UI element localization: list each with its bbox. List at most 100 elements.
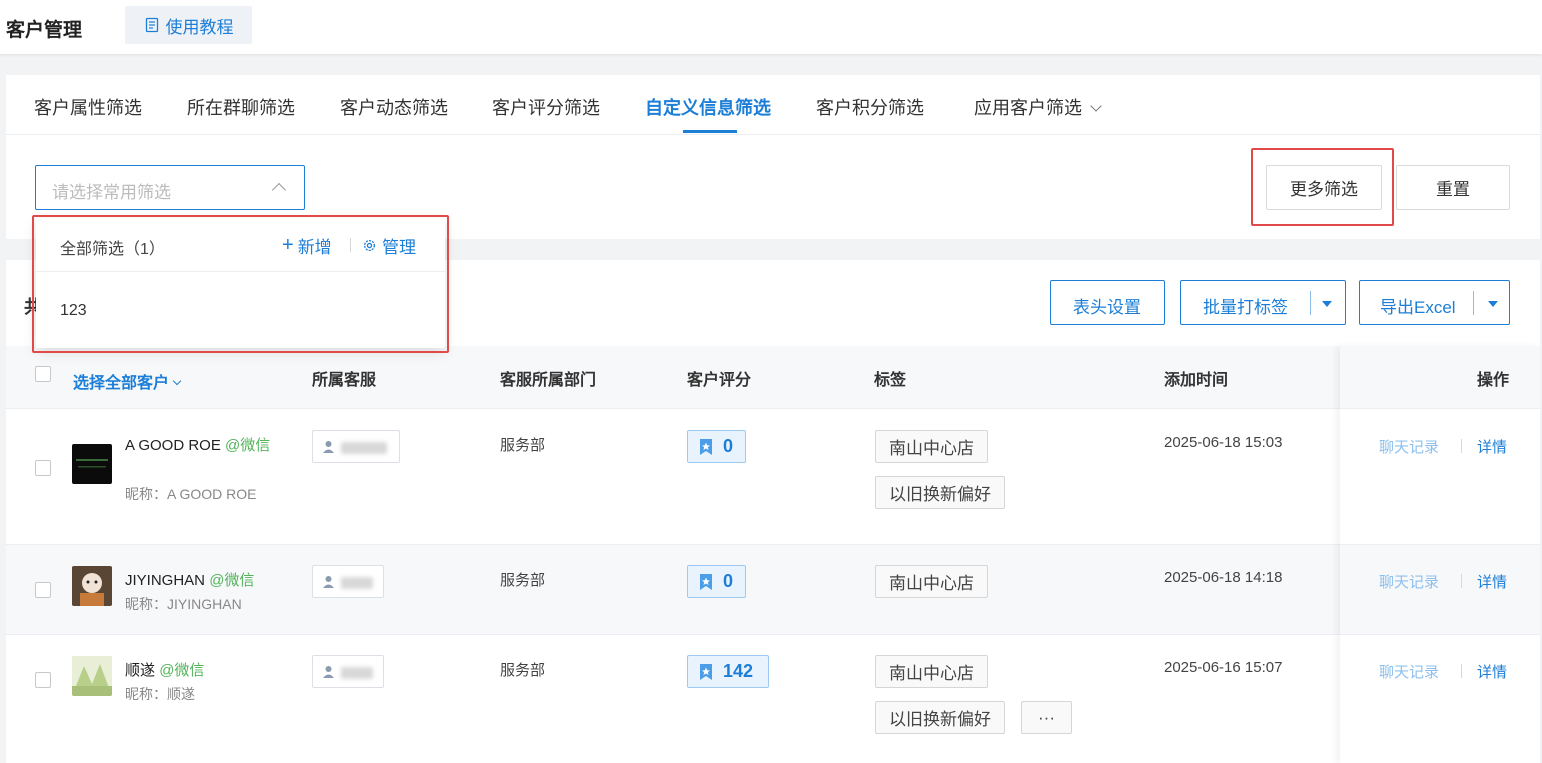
document-icon	[145, 17, 158, 33]
avatar-image	[72, 656, 112, 696]
channel-badge: @微信	[225, 437, 271, 454]
score-value: 0	[723, 436, 734, 456]
agent-chip	[312, 430, 400, 463]
more-tags-button[interactable]: ···	[1021, 701, 1072, 734]
added-time: 2025-06-18 15:03	[1164, 434, 1283, 451]
avatar-image	[76, 459, 108, 468]
tutorial-button[interactable]: 使用教程	[125, 6, 252, 44]
common-filter-select[interactable]: 请选择常用筛选	[35, 165, 305, 210]
column-actions: 操作	[1477, 372, 1510, 389]
tutorial-label: 使用教程	[165, 17, 234, 37]
table-row: 顺遂 @微信 昵称：顺遂 服务部 142 南山中心店 以旧换新偏好 ··· 20…	[6, 635, 1540, 763]
tag-chip: 以旧换新偏好	[875, 701, 1005, 734]
divider	[1310, 291, 1311, 315]
avatar	[72, 656, 112, 696]
table-header: 选择全部客户 所属客服 客服所属部门 客户评分 标签 添加时间 操作	[6, 346, 1540, 409]
score-badge: 0	[687, 565, 746, 598]
divider	[1461, 439, 1462, 453]
tab-customer-attributes[interactable]: 客户属性筛选	[34, 94, 142, 120]
avatar-image	[72, 566, 112, 606]
customer-nickname: 昵称：A GOOD ROE	[125, 486, 257, 502]
row-checkbox[interactable]	[35, 460, 51, 476]
filter-tabs: 客户属性筛选 所在群聊筛选 客户动态筛选 客户评分筛选 自定义信息筛选 客户积分…	[6, 75, 1540, 135]
star-badge-icon	[700, 438, 712, 455]
tag-chip: 南山中心店	[875, 430, 988, 463]
user-icon	[323, 576, 334, 588]
highlight-frame-dropdown	[32, 215, 449, 353]
redacted-agent-name	[341, 577, 373, 589]
detail-link[interactable]: 详情	[1477, 571, 1507, 592]
table-row: JIYINGHAN @微信 昵称：JIYINGHAN 服务部 0 南山中心店 2…	[6, 545, 1540, 635]
table-row: A GOOD ROE @微信 昵称：A GOOD ROE 服务部 0 南山中心店…	[6, 410, 1540, 545]
column-agent: 所属客服	[312, 372, 377, 389]
customer-nickname: 昵称：顺遂	[125, 686, 195, 702]
tab-custom-info[interactable]: 自定义信息筛选	[645, 94, 771, 120]
score-value: 142	[723, 661, 754, 681]
department: 服务部	[500, 572, 546, 589]
detail-link[interactable]: 详情	[1477, 436, 1507, 457]
header-settings-button[interactable]: 表头设置	[1050, 280, 1165, 325]
user-icon	[323, 666, 334, 678]
export-excel-button[interactable]: 导出Excel	[1359, 280, 1510, 325]
chevron-down-icon	[172, 376, 182, 386]
customer-nickname: 昵称：JIYINGHAN	[125, 596, 242, 612]
score-badge: 0	[687, 430, 746, 463]
avatar	[72, 566, 112, 606]
star-badge-icon	[700, 663, 712, 680]
header-settings-label: 表头设置	[1073, 298, 1141, 317]
department: 服务部	[500, 662, 546, 679]
chat-history-link[interactable]: 聊天记录	[1379, 436, 1439, 457]
highlight-frame-more-filters	[1251, 148, 1394, 226]
department: 服务部	[500, 437, 546, 454]
row-checkbox[interactable]	[35, 582, 51, 598]
chevron-up-icon	[271, 182, 287, 198]
row-checkbox[interactable]	[35, 672, 51, 688]
redacted-agent-name	[341, 667, 373, 679]
customer-name: JIYINGHAN @微信	[125, 569, 254, 590]
tag-chip: 以旧换新偏好	[875, 476, 1005, 509]
customer-name-text: 顺遂	[125, 662, 156, 679]
detail-link[interactable]: 详情	[1477, 661, 1507, 682]
select-all-checkbox[interactable]	[35, 366, 51, 382]
export-excel-label: 导出Excel	[1380, 298, 1456, 317]
divider	[1461, 574, 1462, 588]
divider	[1473, 291, 1474, 315]
caret-down-icon[interactable]	[1322, 301, 1332, 307]
batch-tag-label: 批量打标签	[1203, 298, 1288, 317]
chevron-down-icon	[1090, 100, 1102, 112]
caret-down-icon[interactable]	[1488, 301, 1498, 307]
column-department: 客服所属部门	[500, 372, 597, 389]
tag-chip: 南山中心店	[875, 655, 988, 688]
select-all-label: 选择全部客户	[73, 375, 170, 392]
divider	[1461, 664, 1462, 678]
tab-customer-activity[interactable]: 客户动态筛选	[340, 94, 448, 120]
chat-history-link[interactable]: 聊天记录	[1379, 661, 1439, 682]
select-all-customers-dropdown[interactable]: 选择全部客户	[73, 369, 182, 393]
column-score: 客户评分	[687, 372, 752, 389]
customer-name: A GOOD ROE @微信	[125, 434, 270, 455]
common-filter-placeholder: 请选择常用筛选	[52, 183, 171, 202]
tab-customer-score[interactable]: 客户评分筛选	[492, 94, 600, 120]
channel-badge: @微信	[209, 572, 255, 589]
tab-app-customer[interactable]: 应用客户筛选	[974, 94, 1102, 120]
tab-app-customer-label: 应用客户筛选	[974, 98, 1082, 118]
batch-tag-button[interactable]: 批量打标签	[1180, 280, 1346, 325]
active-tab-indicator	[683, 130, 737, 133]
column-added-time: 添加时间	[1164, 372, 1229, 389]
tab-group-chat[interactable]: 所在群聊筛选	[187, 94, 295, 120]
customer-name-text: A GOOD ROE	[125, 437, 221, 454]
chat-history-link[interactable]: 聊天记录	[1379, 571, 1439, 592]
user-icon	[323, 441, 334, 453]
customer-name-text: JIYINGHAN	[125, 572, 206, 589]
tab-customer-points[interactable]: 客户积分筛选	[816, 94, 924, 120]
score-badge: 142	[687, 655, 769, 688]
channel-badge: @微信	[159, 662, 205, 679]
star-badge-icon	[700, 573, 712, 590]
reset-button[interactable]: 重置	[1396, 165, 1510, 210]
avatar	[72, 444, 112, 484]
page-title: 客户管理	[6, 20, 83, 41]
customer-name: 顺遂 @微信	[125, 659, 204, 680]
added-time: 2025-06-16 15:07	[1164, 659, 1283, 676]
redacted-agent-name	[341, 442, 387, 454]
agent-chip	[312, 565, 384, 598]
